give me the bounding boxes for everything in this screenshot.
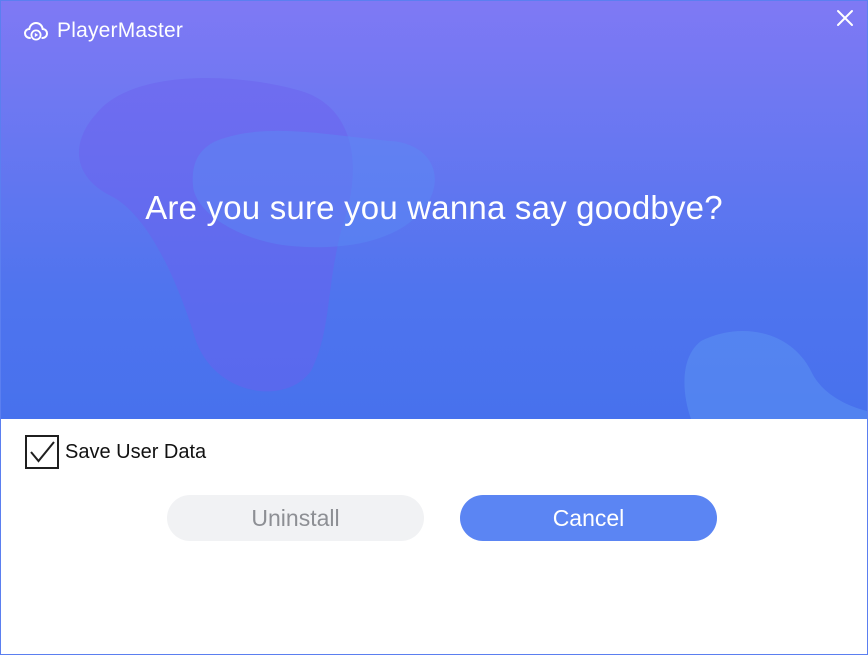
title-bar: PlayerMaster	[23, 19, 183, 43]
uninstall-button[interactable]: Uninstall	[167, 495, 424, 541]
app-title: PlayerMaster	[57, 19, 184, 42]
header-banner: PlayerMaster Are you sure you wanna say …	[1, 1, 867, 419]
cloud-play-icon	[23, 20, 49, 42]
close-button[interactable]	[833, 7, 857, 31]
save-user-data-label: Save User Data	[65, 440, 207, 463]
close-icon	[837, 10, 853, 26]
uninstall-dialog: PlayerMaster Are you sure you wanna say …	[0, 0, 868, 655]
cancel-button[interactable]: Cancel	[460, 495, 717, 541]
goodbye-headline: Are you sure you wanna say goodbye?	[145, 189, 723, 226]
checkmark-icon	[30, 441, 55, 463]
save-user-data-checkbox[interactable]	[25, 435, 59, 469]
save-user-data-option[interactable]: Save User Data	[25, 435, 206, 469]
